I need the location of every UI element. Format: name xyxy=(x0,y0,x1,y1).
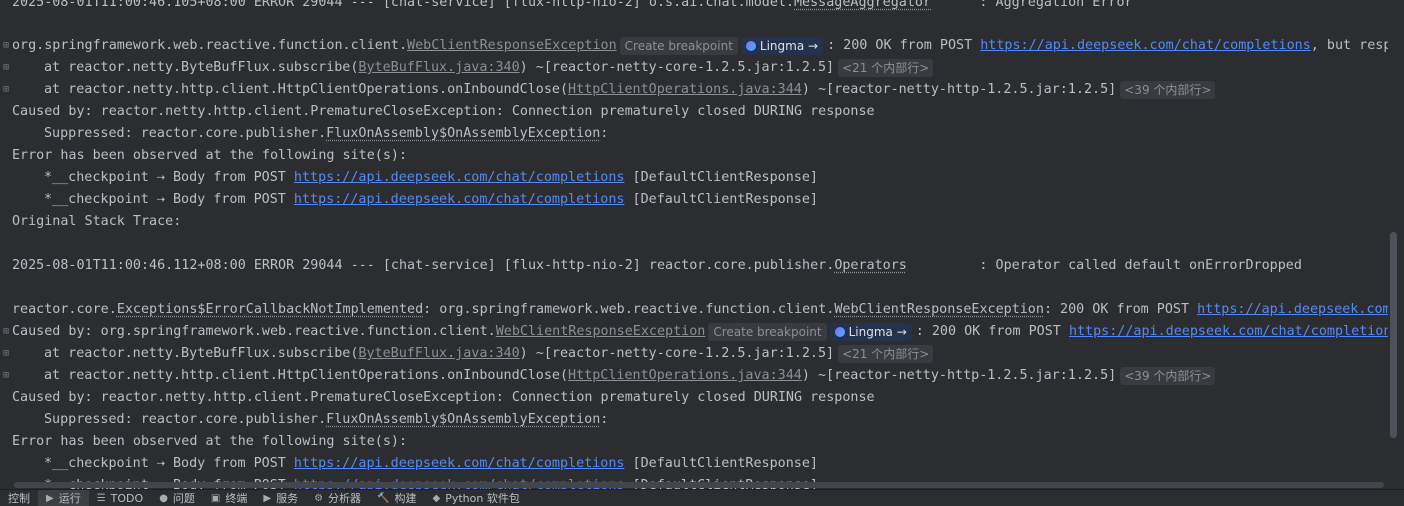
create-breakpoint-button[interactable]: Create breakpoint xyxy=(708,323,827,341)
checkpoint-line: *__checkpoint ⇢ Body from POST https://a… xyxy=(44,192,818,207)
tool-window-profiler[interactable]: ⚙ 分析器 xyxy=(306,490,369,506)
fold-toggle-icon[interactable]: ⊞ xyxy=(0,343,12,365)
terminal-icon: ▣ xyxy=(210,492,221,504)
checkpoint-line: *__checkpoint ⇢ Body from POST https://a… xyxy=(44,456,818,471)
log-line-aggregation-error: 2025-08-01T11:00:46.105+08:00 ERROR 2904… xyxy=(12,0,1133,10)
exception-line: reactor.core.Exceptions$ErrorCallbackNot… xyxy=(0,299,1388,321)
exception-class-link[interactable]: WebClientResponseException xyxy=(496,324,706,339)
suppressed-line: Suppressed: reactor.core.publisher.FluxO… xyxy=(44,412,609,427)
problems-icon: ● xyxy=(159,492,168,504)
caused-by-line: Caused by: reactor.netty.http.client.Pre… xyxy=(12,104,875,119)
original-trace-line: Original Stack Trace: xyxy=(12,214,182,229)
lingma-button[interactable]: Lingma → xyxy=(740,37,824,55)
error-observed-line: Error has been observed at the following… xyxy=(12,434,408,449)
api-url-link[interactable]: https://api.deepseek.com/c xyxy=(1197,302,1388,317)
api-url-link[interactable]: https://api.deepseek.com/chat/completion… xyxy=(1069,324,1388,339)
tool-window-terminal[interactable]: ▣ 终端 xyxy=(203,490,255,506)
tool-window-python-packages[interactable]: ◆ Python 软件包 xyxy=(425,490,528,506)
console-output[interactable]: 2025-08-01T11:00:46.105+08:00 ERROR 2904… xyxy=(0,0,1388,489)
tool-window-control[interactable]: 控制 xyxy=(0,490,38,506)
hammer-icon: 🔨 xyxy=(377,492,390,504)
suppressed-line: Suppressed: reactor.core.publisher.FluxO… xyxy=(44,126,609,141)
stack-frame: ⊞ at reactor.netty.http.client.HttpClient… xyxy=(0,79,1216,101)
api-url-link[interactable]: https://api.deepseek.com/chat/completion… xyxy=(294,192,625,207)
exception-class-link[interactable]: WebClientResponseException xyxy=(407,38,617,53)
fold-toggle-icon[interactable]: ⊞ xyxy=(0,79,12,101)
vertical-scroll-thumb[interactable] xyxy=(1390,232,1397,438)
checkpoint-line: *__checkpoint ⇢ Body from POST https://a… xyxy=(44,170,818,185)
stack-frame: ⊞ at reactor.netty.ByteBufFlux.subscribe(… xyxy=(0,343,934,365)
services-icon: ▶ xyxy=(263,492,272,504)
folded-lines-badge[interactable]: <21 个内部行> xyxy=(838,345,934,363)
list-icon: ☰ xyxy=(96,492,106,504)
api-url-link[interactable]: https://api.deepseek.com/chat/completion… xyxy=(294,456,625,471)
log-line-operators: 2025-08-01T11:00:46.112+08:00 ERROR 2904… xyxy=(12,258,1302,273)
create-breakpoint-button[interactable]: Create breakpoint xyxy=(619,37,738,55)
source-link[interactable]: ByteBufFlux.java:340 xyxy=(358,60,519,75)
fold-toggle-icon[interactable]: ⊞ xyxy=(0,35,12,57)
python-packages-icon: ◆ xyxy=(432,492,441,504)
run-icon: ▶ xyxy=(46,492,54,504)
api-url-link[interactable]: https://api.deepseek.com/chat/completion… xyxy=(980,38,1311,53)
caused-by-line: Caused by: reactor.netty.http.client.Pre… xyxy=(12,390,875,405)
folded-lines-badge[interactable]: <39 个内部行> xyxy=(1120,367,1216,385)
lingma-icon xyxy=(745,41,756,51)
fold-toggle-icon[interactable]: ⊞ xyxy=(0,365,12,387)
tool-window-services[interactable]: ▶ 服务 xyxy=(255,490,306,506)
tool-window-build[interactable]: 🔨 构建 xyxy=(369,490,424,506)
source-link[interactable]: HttpClientOperations.java:344 xyxy=(568,82,802,97)
source-link[interactable]: ByteBufFlux.java:340 xyxy=(358,346,519,361)
tool-window-problems[interactable]: ● 问题 xyxy=(151,490,203,506)
horizontal-scroll-thumb[interactable] xyxy=(14,482,1384,488)
stack-frame: ⊞ at reactor.netty.ByteBufFlux.subscribe(… xyxy=(0,57,934,79)
lingma-icon xyxy=(834,327,845,337)
fold-toggle-icon[interactable]: ⊞ xyxy=(0,321,12,343)
error-observed-line: Error has been observed at the following… xyxy=(12,148,408,163)
stack-frame: ⊞ at reactor.netty.http.client.HttpClient… xyxy=(0,365,1216,387)
folded-lines-badge[interactable]: <21 个内部行> xyxy=(838,59,934,77)
api-url-link[interactable]: https://api.deepseek.com/chat/completion… xyxy=(294,170,625,185)
profiler-icon: ⚙ xyxy=(314,492,324,504)
exception-line: ⊞ org.springframework.web.reactive.functi… xyxy=(0,35,1388,57)
fold-toggle-icon[interactable]: ⊞ xyxy=(0,57,12,79)
tool-window-todo[interactable]: ☰ TODO xyxy=(89,490,151,506)
lingma-button[interactable]: Lingma → xyxy=(829,323,912,341)
source-link[interactable]: HttpClientOperations.java:344 xyxy=(568,368,802,383)
tool-window-run[interactable]: ▶ 运行 xyxy=(38,490,89,506)
tool-window-bar: 控制 ▶ 运行 ☰ TODO ● 问题 ▣ 终端 ▶ 服务 ⚙ 分析器 🔨 构建 ◆ Pytho… xyxy=(0,489,1404,506)
folded-lines-badge[interactable]: <39 个内部行> xyxy=(1120,81,1216,99)
caused-by-line: ⊞ Caused by: org.springframework.web.reac… xyxy=(0,321,1388,343)
